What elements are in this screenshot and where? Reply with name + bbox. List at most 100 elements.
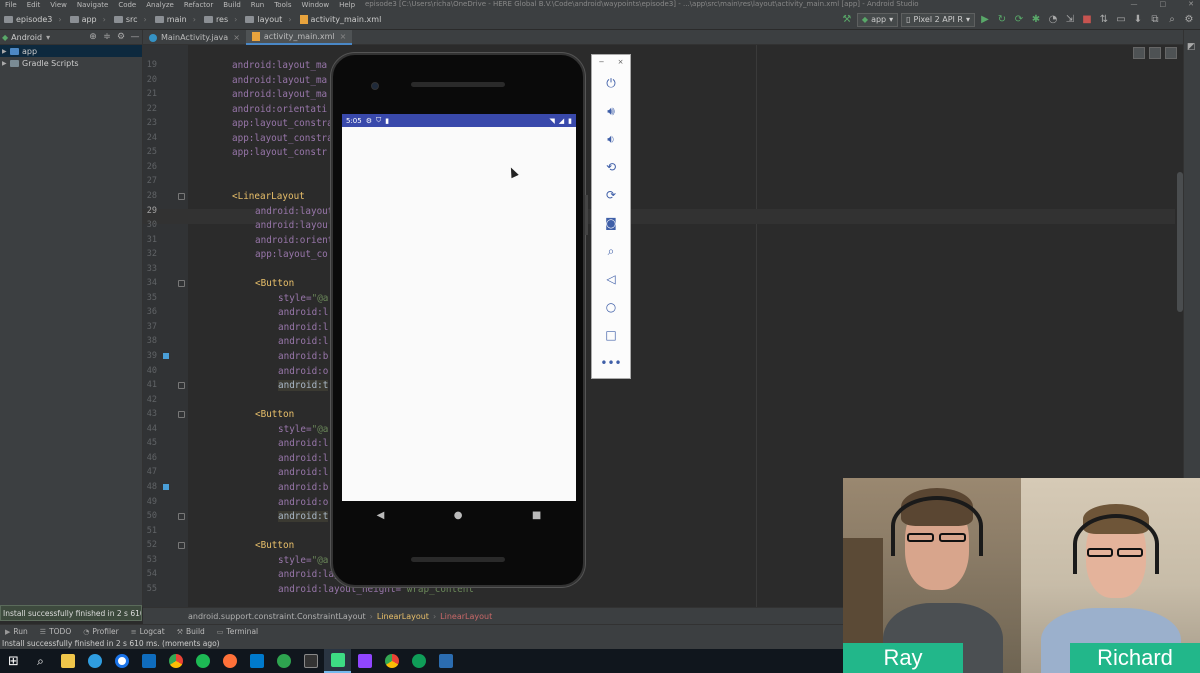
tree-item-app[interactable]: ▶ app <box>0 45 142 57</box>
breadcrumb-res[interactable]: res › <box>200 15 241 24</box>
code-line[interactable]: 27 <box>143 174 1175 189</box>
tool-logcat[interactable]: ≡ Logcat <box>126 627 170 636</box>
profile-icon[interactable]: ◔ <box>1046 13 1060 27</box>
code-line[interactable]: 28 <LinearLayout <box>143 189 1175 204</box>
volume-up-icon[interactable]: 🔊︎ <box>592 97 630 125</box>
nav-back-icon[interactable]: ◀ <box>377 510 385 521</box>
code-line[interactable]: 45 android:l <box>143 436 1175 451</box>
split-view-icon[interactable] <box>1149 47 1161 59</box>
sdk-manager-icon[interactable]: ⬇ <box>1131 13 1145 27</box>
code-line[interactable]: 23 app:layout_constra <box>143 116 1175 131</box>
code-line[interactable]: 24 app:layout_constra <box>143 131 1175 146</box>
avd-manager-icon[interactable]: ▭ <box>1114 13 1128 27</box>
code-line[interactable]: 36 android:l <box>143 305 1175 320</box>
gradle-tool-icon[interactable]: ◩ <box>1187 42 1196 52</box>
taskbar-terminal[interactable] <box>297 649 324 673</box>
breadcrumb-episode3[interactable]: episode3 › <box>0 15 66 24</box>
hammer-icon[interactable]: ⚒ <box>840 13 854 27</box>
search-icon[interactable]: ⌕ <box>1165 13 1179 27</box>
menu-run[interactable]: Run <box>246 1 269 9</box>
chevron-down-icon[interactable]: ▾ <box>46 33 50 42</box>
fold-marker-icon[interactable] <box>178 513 185 521</box>
tab-activity-main-xml[interactable]: activity_main.xml × <box>245 30 353 45</box>
fold-marker-icon[interactable] <box>178 542 185 550</box>
code-line[interactable]: 22 android:orientati <box>143 102 1175 117</box>
menu-window[interactable]: Window <box>296 1 334 9</box>
taskbar-remote[interactable] <box>432 649 459 673</box>
breadcrumb-file[interactable]: activity_main.xml <box>296 14 386 24</box>
code-line[interactable]: 41 android:t <box>143 378 1175 393</box>
maximize-icon[interactable]: □ <box>1160 0 1167 9</box>
search-taskbar-button[interactable]: ⌕ <box>27 649 54 673</box>
taskbar-edge[interactable] <box>81 649 108 673</box>
close-icon[interactable]: ✕ <box>1188 0 1194 9</box>
camera-icon[interactable]: ◙ <box>592 209 630 237</box>
fold-marker-icon[interactable] <box>178 280 185 288</box>
taskbar-explorer[interactable] <box>54 649 81 673</box>
tree-item-gradle-scripts[interactable]: ▶ Gradle Scripts <box>0 57 142 69</box>
fold-marker-icon[interactable] <box>178 382 185 390</box>
xml-breadcrumb-item[interactable]: LinearLayout <box>440 612 492 621</box>
breadcrumb-src[interactable]: src › <box>110 15 151 24</box>
menu-tools[interactable]: Tools <box>269 1 296 9</box>
power-icon[interactable]: ⏻ <box>592 69 630 97</box>
code-line[interactable]: 35 style="@a <box>143 291 1175 306</box>
hide-icon[interactable]: — <box>128 32 142 42</box>
collapse-all-icon[interactable]: ≑ <box>100 32 114 42</box>
menu-code[interactable]: Code <box>113 1 141 9</box>
taskbar-hangouts[interactable] <box>405 649 432 673</box>
code-line[interactable]: 33 <box>143 262 1175 277</box>
more-icon[interactable]: ••• <box>592 349 630 377</box>
code-line[interactable]: 34 <Button <box>143 276 1175 291</box>
rotate-right-icon[interactable]: ⟳ <box>592 181 630 209</box>
tab-mainactivity[interactable]: MainActivity.java × <box>143 30 246 45</box>
code-line[interactable]: 37 android:l <box>143 320 1175 335</box>
debug-icon[interactable]: ✱ <box>1029 13 1043 27</box>
apply-code-changes-icon[interactable]: ⟳ <box>1012 13 1026 27</box>
menu-navigate[interactable]: Navigate <box>72 1 113 9</box>
code-line[interactable]: 21 android:layout_ma <box>143 87 1175 102</box>
layout-inspector-icon[interactable]: ⧉ <box>1148 13 1162 27</box>
back-icon[interactable]: ◁ <box>592 265 630 293</box>
code-line[interactable]: 44 style="@a <box>143 422 1175 437</box>
color-preview-icon[interactable] <box>163 353 169 359</box>
taskbar-onepassword[interactable] <box>108 649 135 673</box>
close-icon[interactable]: × <box>618 58 624 66</box>
xml-breadcrumb-item[interactable]: android.support.constraint.ConstraintLay… <box>188 612 366 621</box>
expand-arrow-icon[interactable]: ▶ <box>2 48 10 55</box>
close-tab-icon[interactable]: × <box>233 33 240 42</box>
install-toast[interactable]: Install successfully finished in 2 s 610… <box>0 605 142 621</box>
code-line[interactable]: 19 android:layout_ma <box>143 58 1175 73</box>
taskbar-android-studio[interactable] <box>324 649 351 673</box>
taskbar-spotify[interactable] <box>189 649 216 673</box>
fold-marker-icon[interactable] <box>178 411 185 419</box>
code-line[interactable]: 31 android:orient <box>143 233 1175 248</box>
run-icon[interactable]: ▶ <box>978 13 992 27</box>
volume-down-icon[interactable]: 🔉︎ <box>592 125 630 153</box>
code-line[interactable]: 25 app:layout_constr <box>143 145 1175 160</box>
code-view-icon[interactable] <box>1133 47 1145 59</box>
breadcrumb-main[interactable]: main › <box>151 15 200 24</box>
code-line[interactable]: 40 android:o <box>143 364 1175 379</box>
stop-icon[interactable]: ■ <box>1080 13 1094 27</box>
zoom-icon[interactable]: ⌕ <box>592 237 630 265</box>
home-icon[interactable]: ○ <box>592 293 630 321</box>
color-preview-icon[interactable] <box>163 483 169 490</box>
taskbar-github[interactable] <box>270 649 297 673</box>
tool-todo[interactable]: ☰ TODO <box>35 627 76 636</box>
code-line[interactable]: 32 app:layout_co <box>143 247 1175 262</box>
minimize-icon[interactable]: — <box>1131 0 1138 9</box>
taskbar-twitch[interactable] <box>351 649 378 673</box>
taskbar-chrome-2[interactable] <box>378 649 405 673</box>
device-screen[interactable]: 5:05 ⚙ ⛉ ▮ ◥ ◢ ▮ <box>342 114 576 501</box>
taskbar-vscode[interactable] <box>243 649 270 673</box>
code-line[interactable]: 26 <box>143 160 1175 175</box>
fold-marker-icon[interactable] <box>178 192 185 200</box>
code-line[interactable]: 20 android:layout_ma <box>143 73 1175 88</box>
nav-recents-icon[interactable]: ■ <box>532 510 541 521</box>
project-view-select[interactable]: Android <box>11 33 42 42</box>
device-select[interactable]: ▯ Pixel 2 API R ▾ <box>901 12 975 27</box>
menu-view[interactable]: View <box>45 1 72 9</box>
taskbar-chrome[interactable] <box>162 649 189 673</box>
tool-run[interactable]: ▶ Run <box>0 627 33 636</box>
